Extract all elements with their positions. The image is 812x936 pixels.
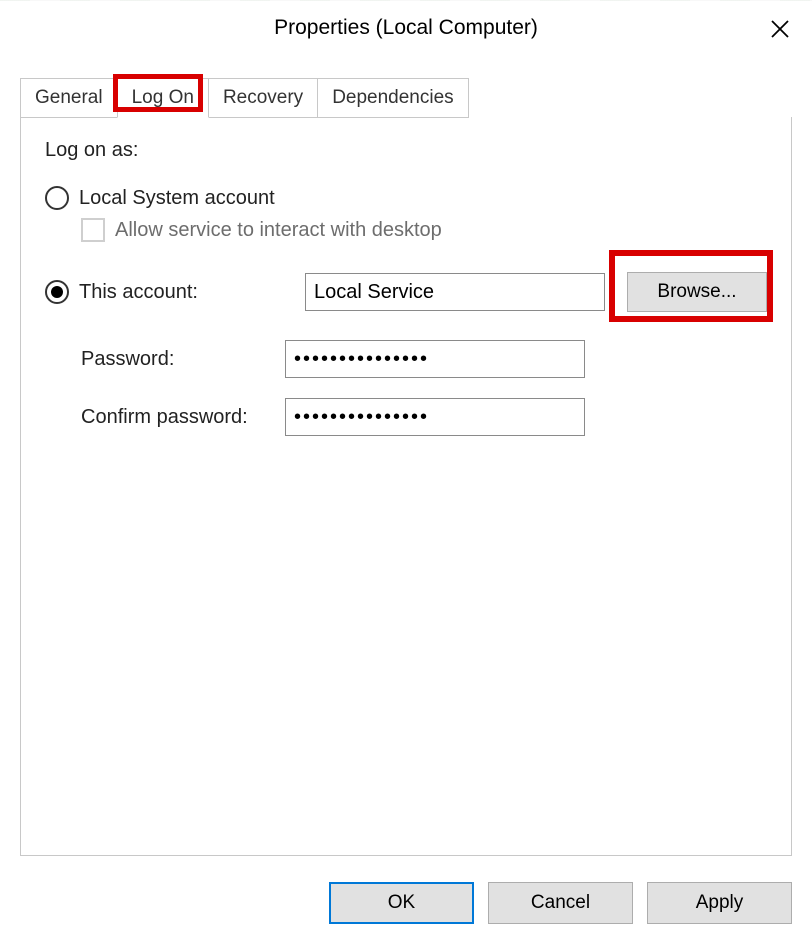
radio-this-account[interactable]: [45, 280, 69, 304]
confirm-password-row: Confirm password:: [45, 398, 767, 436]
password-row: Password:: [45, 340, 767, 378]
radio-this-account-label[interactable]: This account:: [79, 281, 198, 304]
titlebar: Properties (Local Computer): [0, 0, 812, 56]
tab-strip: General Log On Recovery Dependencies: [0, 74, 812, 118]
properties-dialog: Properties (Local Computer) General Log …: [0, 0, 812, 936]
ok-button[interactable]: OK: [329, 882, 474, 924]
password-input[interactable]: [285, 340, 585, 378]
tab-dependencies[interactable]: Dependencies: [317, 78, 468, 118]
apply-button[interactable]: Apply: [647, 882, 792, 924]
allow-desktop-label: Allow service to interact with desktop: [115, 219, 442, 242]
tab-log-on[interactable]: Log On: [117, 78, 209, 118]
confirm-password-label: Confirm password:: [45, 406, 285, 429]
cancel-button[interactable]: Cancel: [488, 882, 633, 924]
tab-recovery[interactable]: Recovery: [208, 78, 318, 118]
browse-button[interactable]: Browse...: [627, 272, 767, 312]
logon-as-label: Log on as:: [45, 139, 767, 162]
allow-desktop-checkbox: [81, 218, 105, 242]
radio-local-system[interactable]: [45, 186, 69, 210]
password-label: Password:: [45, 348, 285, 371]
tab-general[interactable]: General: [20, 78, 118, 118]
close-button[interactable]: [762, 14, 798, 44]
dialog-button-bar: OK Cancel Apply: [329, 882, 792, 924]
radio-local-system-label[interactable]: Local System account: [79, 187, 275, 210]
allow-desktop-row: Allow service to interact with desktop: [81, 218, 767, 242]
radio-row-local-system: Local System account: [45, 186, 767, 210]
confirm-password-input[interactable]: [285, 398, 585, 436]
window-title: Properties (Local Computer): [274, 16, 538, 40]
close-icon: [770, 19, 790, 39]
this-account-input[interactable]: [305, 273, 605, 311]
this-account-row: This account: Browse...: [45, 272, 767, 312]
tab-panel-log-on: Log on as: Local System account Allow se…: [20, 117, 792, 856]
